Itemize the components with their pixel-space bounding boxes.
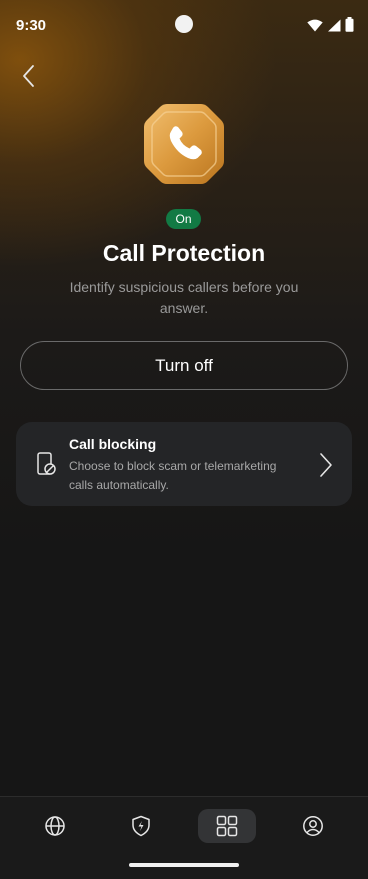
status-bar: 9:30 [0, 0, 368, 52]
globe-icon [45, 816, 65, 836]
status-badge: On [166, 209, 201, 229]
nav-item-web[interactable] [26, 809, 84, 843]
nav-item-features[interactable] [198, 809, 256, 843]
chevron-left-icon [23, 65, 34, 87]
battery-icon [345, 17, 354, 32]
page-title: Call Protection [102, 240, 266, 266]
wifi-icon [307, 19, 323, 32]
nav-item-account[interactable] [284, 809, 342, 843]
turn-off-button[interactable]: Turn off [20, 341, 348, 390]
call-blocking-description: Choose to block scam or telemarketing ca… [69, 459, 277, 492]
call-blocking-title: Call blocking [69, 436, 157, 452]
phone-block-icon [37, 452, 56, 475]
phone-shield-icon [144, 104, 224, 184]
home-indicator[interactable] [129, 863, 239, 867]
front-camera [175, 15, 193, 33]
grid-icon [216, 815, 238, 837]
page-description: Identify suspicious callers before you a… [69, 279, 299, 316]
account-icon [303, 816, 323, 836]
nav-item-protection[interactable] [112, 809, 170, 843]
status-time: 9:30 [16, 17, 47, 34]
shield-bolt-icon [132, 815, 150, 837]
call-blocking-item[interactable]: Call blocking Choose to block scam or te… [16, 422, 352, 506]
cellular-signal-icon [328, 19, 341, 32]
status-icons [307, 17, 354, 32]
chevron-right-icon [320, 453, 332, 477]
back-button[interactable] [14, 60, 44, 92]
